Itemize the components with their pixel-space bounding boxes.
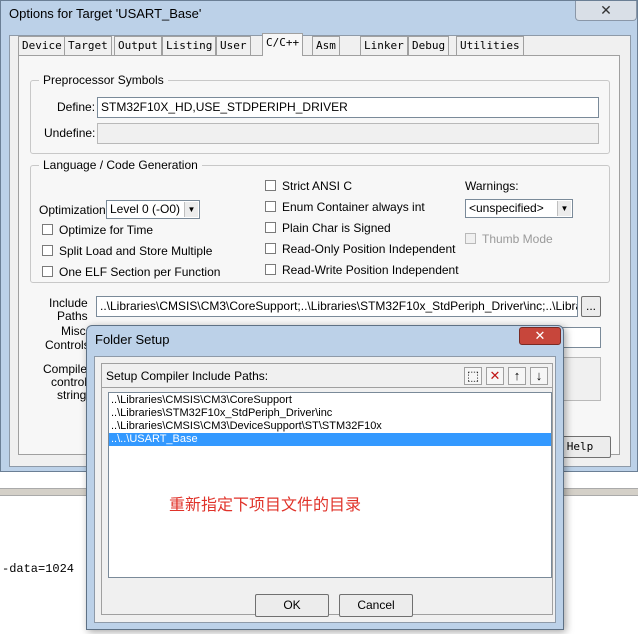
tab-linker[interactable]: Linker [360,36,408,55]
folder-setup-body: Setup Compiler Include Paths: ⬚ ✕ ↑ ↓ ..… [94,356,556,623]
split-load-store-checkbox[interactable]: Split Load and Store Multiple [42,244,212,258]
misc-controls-label-line2: Controls [45,338,90,352]
list-item-selected[interactable]: ..\..\USART_Base [109,433,551,446]
strict-ansi-checkbox[interactable]: Strict ANSI C [265,179,352,193]
close-button[interactable]: ✕ [575,1,637,21]
undefine-label: Undefine: [44,126,96,140]
list-item[interactable]: ..\Libraries\CMSIS\CM3\CoreSupport [109,394,551,407]
checkbox-icon [265,243,276,254]
new-folder-icon[interactable]: ⬚ [464,367,482,385]
enum-container-checkbox[interactable]: Enum Container always int [265,200,425,214]
folder-setup-title: Folder Setup [95,332,170,347]
include-paths-input[interactable]: ..\Libraries\CMSIS\CM3\CoreSupport;..\Li… [96,296,578,317]
optimization-select[interactable]: Level 0 (-O0) ▼ [106,200,200,219]
tab-device[interactable]: Device [18,36,66,55]
split-load-store-label: Split Load and Store Multiple [59,244,213,258]
optimize-for-time-label: Optimize for Time [59,223,154,237]
one-elf-section-checkbox[interactable]: One ELF Section per Function [42,265,220,279]
include-paths-label-line1: Include [49,296,88,310]
compiler-control-label-line3: string [57,388,87,402]
list-item[interactable]: ..\Libraries\STM32F10x_StdPeriph_Driver\… [109,407,551,420]
include-paths-list[interactable]: ..\Libraries\CMSIS\CM3\CoreSupport ..\Li… [108,392,552,578]
misc-controls-label-line1: Misc [61,324,86,338]
ro-position-independent-checkbox[interactable]: Read-Only Position Independent [265,242,455,256]
tab-user[interactable]: User [216,36,251,55]
checkbox-icon [265,264,276,275]
language-group-label: Language / Code Generation [39,158,202,172]
preprocessor-group-label: Preprocessor Symbols [39,73,168,87]
checkbox-icon [265,222,276,233]
rw-position-independent-checkbox[interactable]: Read-Write Position Independent [265,263,459,277]
ro-position-independent-label: Read-Only Position Independent [282,242,456,256]
define-input[interactable]: STM32F10X_HD,USE_STDPERIPH_DRIVER [97,97,599,118]
language-group: Language / Code Generation Optimization:… [30,158,610,283]
warnings-value: <unspecified> [469,201,544,215]
warnings-select[interactable]: <unspecified> ▼ [465,199,573,218]
tab-debug[interactable]: Debug [408,36,450,55]
tab-asm[interactable]: Asm [312,36,340,55]
define-label: Define: [57,100,96,114]
checkbox-icon [265,180,276,191]
undefine-input[interactable] [97,123,599,144]
chevron-down-icon: ▼ [184,202,198,217]
folder-setup-close-button[interactable]: ✕ [519,327,561,345]
cancel-button[interactable]: Cancel [339,594,413,617]
compiler-control-label-line1: Compiler [43,362,92,376]
checkbox-icon [265,201,276,212]
checkbox-icon [42,224,53,235]
thumb-mode-checkbox[interactable]: Thumb Mode [465,232,553,246]
plain-char-signed-checkbox[interactable]: Plain Char is Signed [265,221,391,235]
annotation-note: 重新指定下项目文件的目录 [169,495,362,514]
thumb-mode-label: Thumb Mode [482,232,553,246]
strict-ansi-label: Strict ANSI C [282,179,353,193]
options-dialog-title: Options for Target 'USART_Base' [9,6,202,21]
optimization-value: Level 0 (-O0) [110,202,181,216]
tab-listing[interactable]: Listing [162,36,217,55]
chevron-down-icon: ▼ [557,201,571,216]
delete-icon[interactable]: ✕ [486,367,504,385]
include-paths-header: Setup Compiler Include Paths: ⬚ ✕ ↑ ↓ [102,364,552,388]
one-elf-section-label: One ELF Section per Function [59,265,221,279]
tab-utilities[interactable]: Utilities [456,36,524,55]
include-paths-header-label: Setup Compiler Include Paths: [106,369,269,383]
folder-setup-dialog: Folder Setup ✕ Setup Compiler Include Pa… [86,325,564,630]
plain-char-signed-label: Plain Char is Signed [282,221,391,235]
rw-position-independent-label: Read-Write Position Independent [282,263,459,277]
include-paths-browse-button[interactable]: ... [581,296,601,317]
ok-button[interactable]: OK [255,594,329,617]
include-paths-group: Setup Compiler Include Paths: ⬚ ✕ ↑ ↓ ..… [101,363,553,617]
move-down-icon[interactable]: ↓ [530,367,548,385]
tab-output[interactable]: Output [114,36,162,55]
optimization-label: Optimization: [39,203,110,217]
compiler-control-label-line2: control [51,375,88,389]
move-up-icon[interactable]: ↑ [508,367,526,385]
optimize-for-time-checkbox[interactable]: Optimize for Time [42,223,153,237]
enum-container-label: Enum Container always int [282,200,425,214]
checkbox-icon [42,245,53,256]
tab-target[interactable]: Target [64,36,112,55]
editor-code-line: -data=1024 [2,562,75,576]
include-paths-label-line2: Paths [57,309,88,323]
warnings-label: Warnings: [465,179,519,193]
preprocessor-group: Preprocessor Symbols Define: STM32F10X_H… [30,73,610,154]
tab-c-cpp[interactable]: C/C++ [262,33,304,56]
checkbox-icon [465,233,476,244]
list-item[interactable]: ..\Libraries\CMSIS\CM3\DeviceSupport\ST\… [109,420,551,433]
checkbox-icon [42,266,53,277]
